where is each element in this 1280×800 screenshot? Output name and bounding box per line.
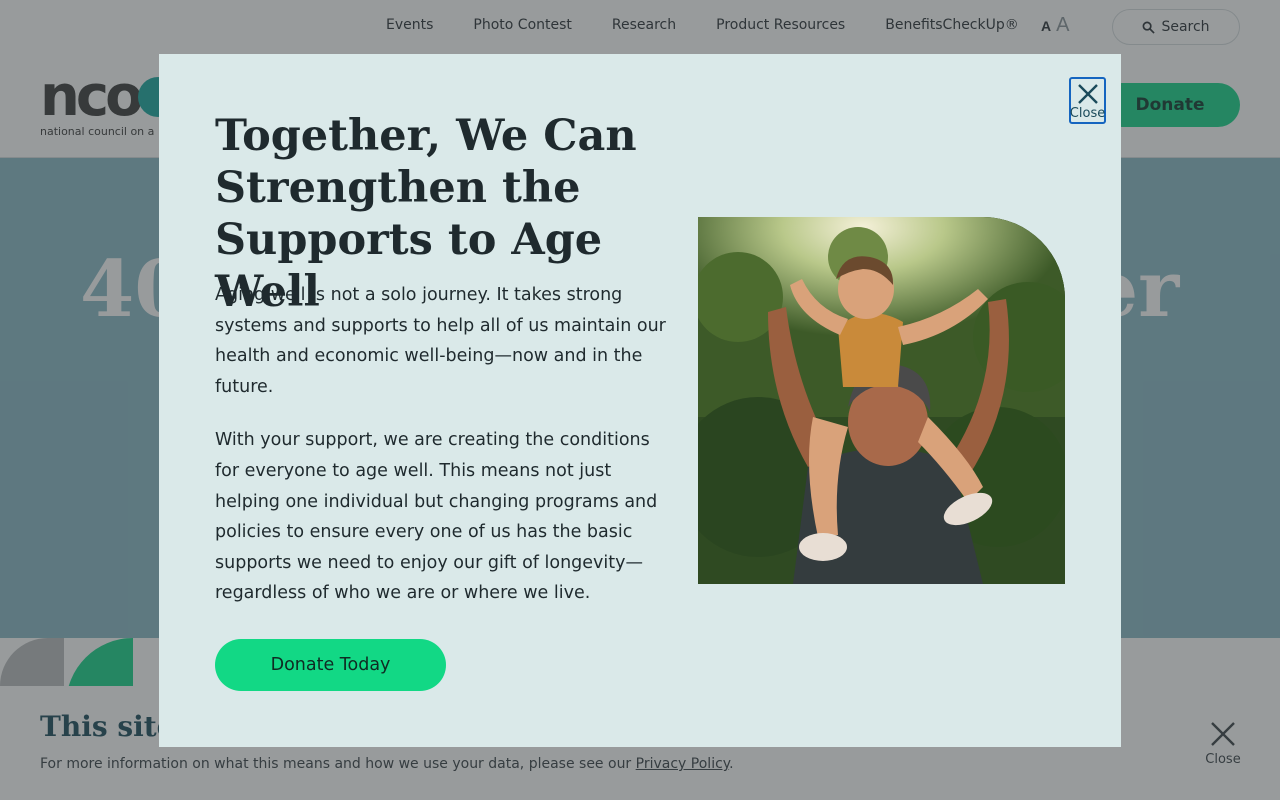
donation-modal: Close Together, We Can Strengthen the Su… bbox=[159, 54, 1121, 747]
modal-close-label: Close bbox=[1069, 106, 1106, 121]
donate-today-button[interactable]: Donate Today bbox=[215, 639, 446, 691]
photo-illustration bbox=[698, 217, 1065, 584]
close-icon bbox=[1077, 84, 1098, 104]
modal-body: Aging well is not a solo journey. It tak… bbox=[215, 280, 671, 609]
modal-paragraph: With your support, we are creating the c… bbox=[215, 430, 658, 604]
grandfather-child-photo bbox=[698, 217, 1065, 584]
modal-close-button[interactable]: Close bbox=[1069, 77, 1106, 124]
modal-paragraph: Aging well is not a solo journey. It tak… bbox=[215, 285, 666, 397]
